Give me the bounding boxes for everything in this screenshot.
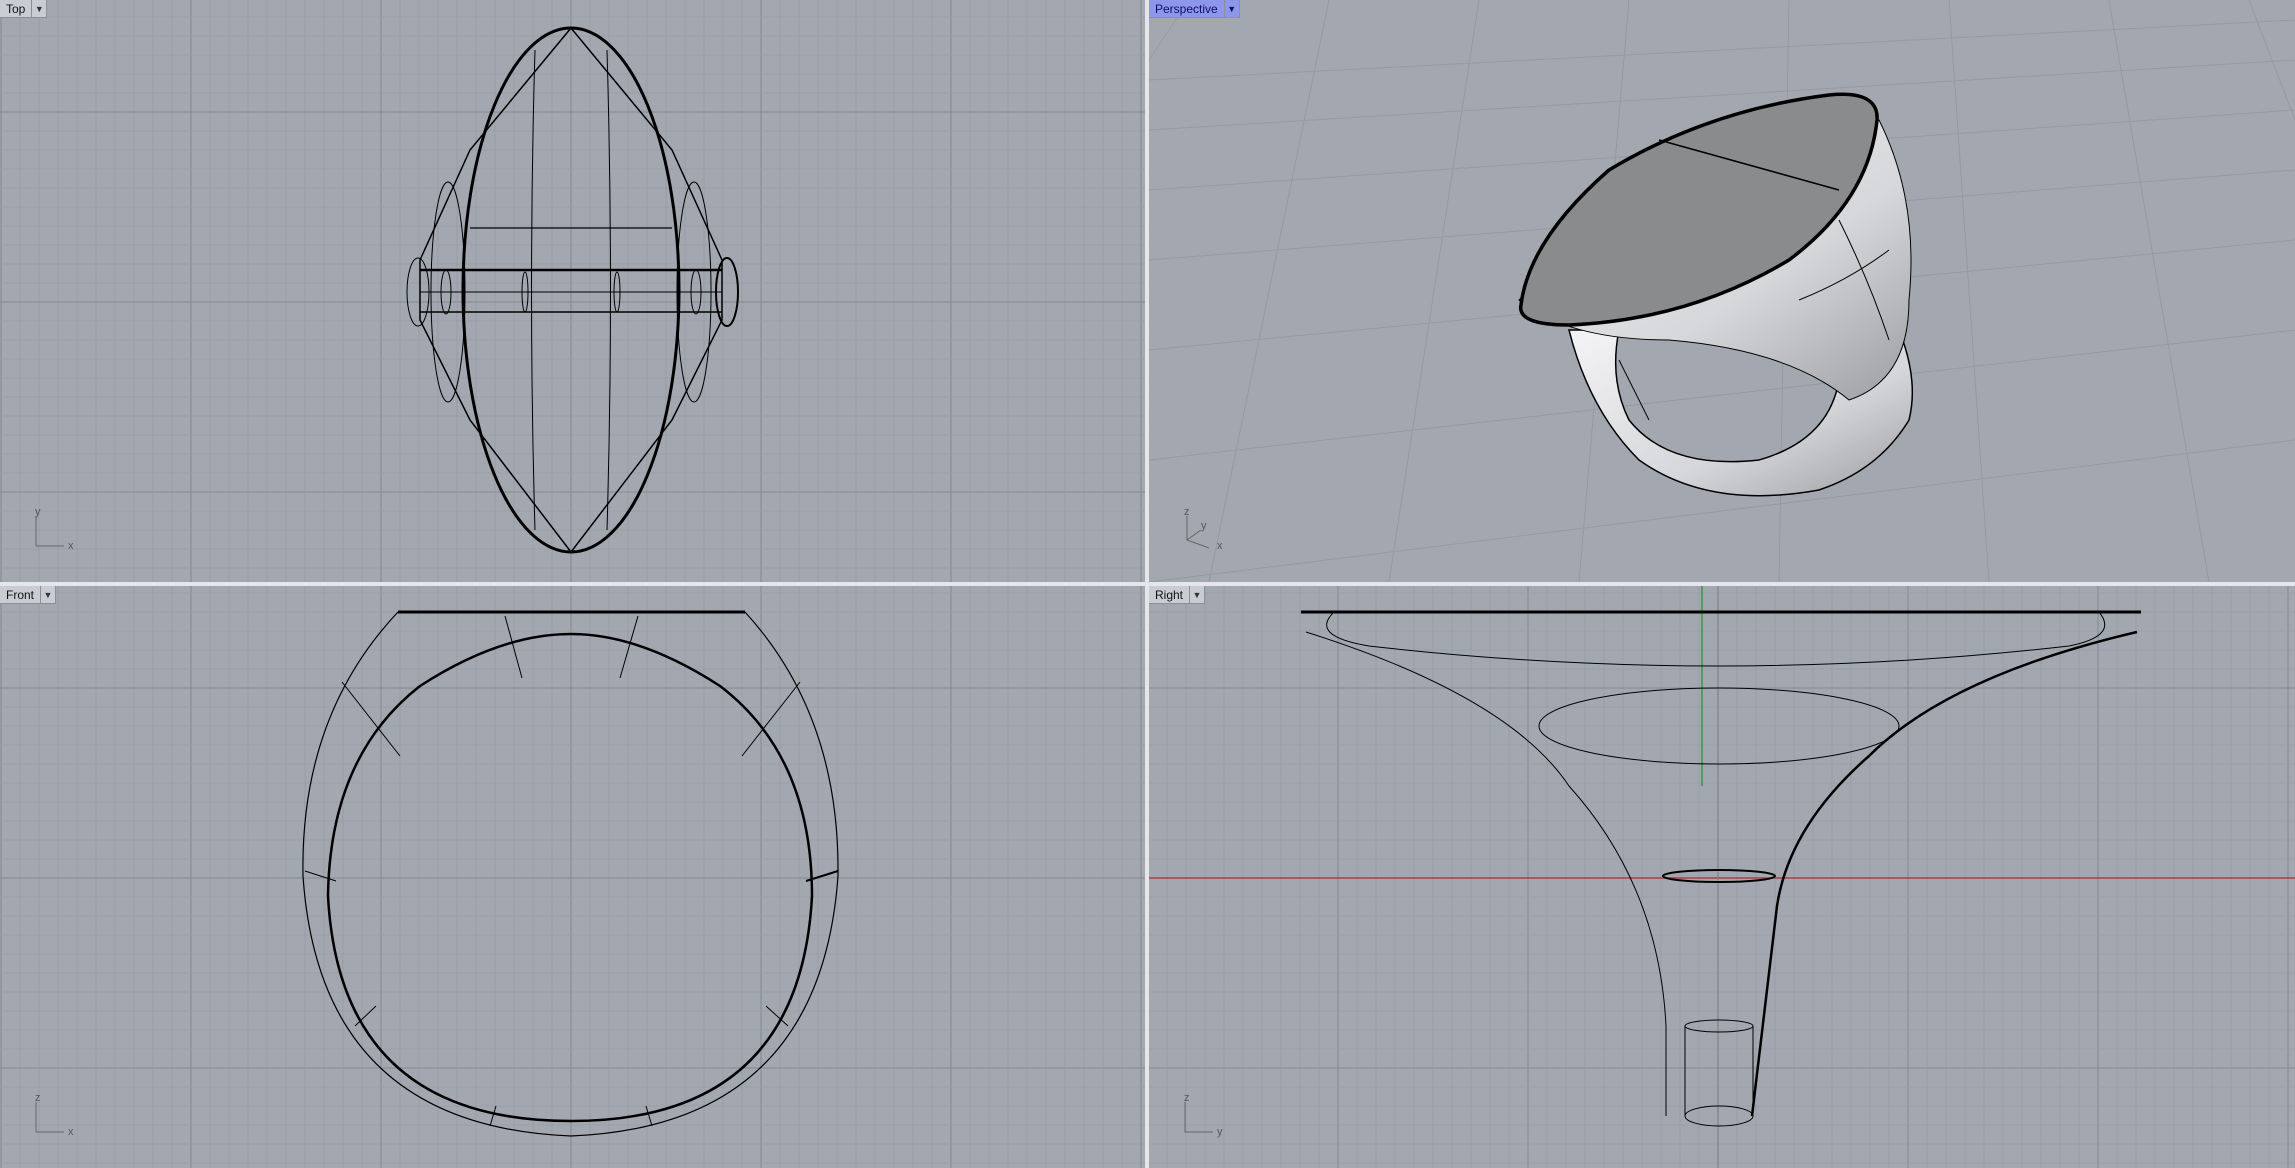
chevron-down-icon[interactable]: ▼ [1224,0,1240,18]
chevron-down-icon[interactable]: ▼ [1190,586,1206,604]
viewport-tab-perspective[interactable]: Perspective ▼ [1149,0,1240,18]
axis-label: x [68,540,74,552]
viewport-tab-front[interactable]: Front ▼ [0,586,57,604]
axis-indicator-top: y x [30,506,74,552]
axis-label: x [68,1126,74,1138]
right-wireframe [1149,586,2295,1168]
viewport-top[interactable]: Top ▼ y x [0,0,1145,582]
chevron-down-icon[interactable]: ▼ [41,586,57,604]
axis-label: y [35,506,41,518]
viewport-tab-right[interactable]: Right ▼ [1149,586,1206,604]
viewport-label-perspective[interactable]: Perspective [1149,0,1225,18]
top-left-profile [419,27,572,553]
chevron-down-icon[interactable]: ▼ [32,0,48,18]
viewport-perspective[interactable]: Perspective ▼ z x y [1149,0,2295,582]
axis-label: y [1217,1126,1223,1138]
axis-label: z [1184,1092,1190,1104]
viewport-front[interactable]: Front ▼ z x [0,586,1145,1168]
top-right-profile [570,27,723,553]
viewport-label-front[interactable]: Front [0,586,42,604]
viewport-label-top[interactable]: Top [0,0,33,18]
top-wireframe [406,26,739,554]
viewport-tab-top[interactable]: Top ▼ [0,0,48,18]
viewport-splitter-horizontal[interactable] [0,582,2295,586]
axis-indicator-front: z x [30,1092,74,1138]
axis-indicator-right: z y [1179,1092,1223,1138]
axis-label: x [1217,540,1223,552]
axis-indicator-perspective: z x y [1179,506,1223,552]
top-bezel-outline [461,26,681,554]
axis-label: z [35,1092,41,1104]
viewport-label-right[interactable]: Right [1149,586,1191,604]
ring-shaded-model [1518,92,1914,497]
axis-label: z [1184,506,1190,518]
axis-label: y [1201,520,1207,532]
front-wireframe [302,610,839,1137]
viewport-right[interactable]: Right ▼ z y [1149,586,2295,1168]
